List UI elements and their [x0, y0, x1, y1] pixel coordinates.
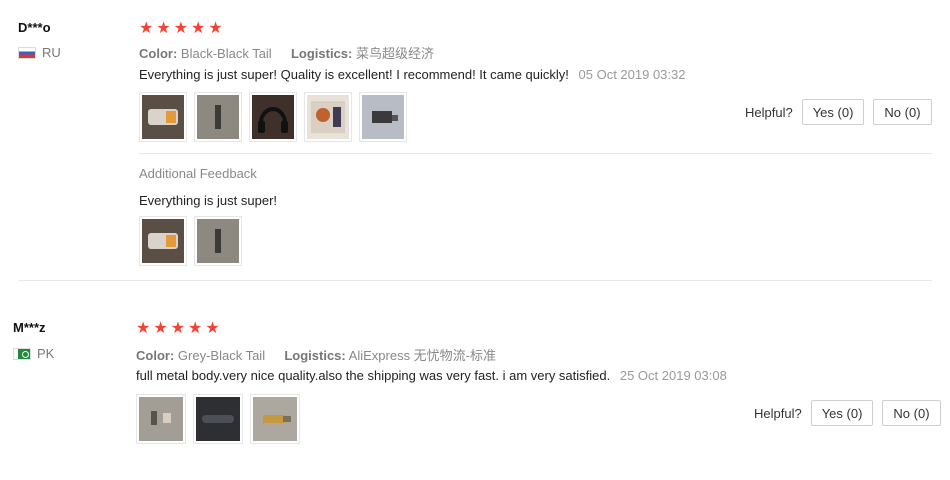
photo-thumbnail[interactable]	[250, 394, 300, 444]
photo-icon	[362, 95, 404, 139]
helpful-label: Helpful?	[754, 405, 802, 421]
review-text: Everything is just super! Quality is exc…	[139, 67, 569, 82]
star-icon: ★	[153, 320, 168, 337]
photo-icon	[142, 95, 184, 139]
review-text-row: Everything is just super! Quality is exc…	[139, 67, 686, 82]
photo-thumbnail[interactable]	[249, 92, 297, 142]
star-icon: ★	[205, 320, 220, 337]
order-info: Color: Black-Black Tail Logistics: 菜鸟超级经…	[139, 43, 434, 62]
reviewer-name: D***o	[18, 20, 51, 35]
photo-thumbnail[interactable]	[136, 394, 186, 444]
order-info: Color: Grey-Black Tail Logistics: AliExp…	[136, 345, 496, 364]
star-icon: ★	[136, 320, 151, 337]
helpful-vote: Helpful? Yes (0) No (0)	[745, 99, 932, 125]
country-code: RU	[42, 45, 61, 60]
color-label: Color:	[139, 46, 178, 61]
photo-icon	[139, 397, 183, 441]
color-value: Black-Black Tail	[180, 46, 272, 61]
helpful-label: Helpful?	[745, 104, 793, 120]
review-item: M***z PK ★ ★ ★ ★ ★ Color: Grey-Black Tai…	[0, 300, 950, 480]
review-date: 05 Oct 2019 03:32	[578, 67, 686, 82]
helpful-no-button[interactable]: No (0)	[873, 99, 932, 125]
review-text: full metal body.very nice quality.also t…	[136, 368, 611, 383]
review-photos	[136, 394, 300, 444]
review-divider	[18, 280, 932, 281]
star-icon: ★	[170, 320, 186, 337]
country-code: PK	[37, 346, 55, 361]
photo-thumbnail[interactable]	[194, 92, 242, 142]
photo-thumbnail[interactable]	[359, 92, 407, 142]
review-item: D***o RU ★ ★ ★ ★ ★ Color: Black-Black Ta…	[0, 0, 950, 282]
logistics-value: AliExpress 无忧物流-标准	[348, 348, 497, 363]
additional-photos	[139, 216, 242, 266]
reviewer-country: PK	[13, 346, 54, 361]
star-icon: ★	[173, 20, 189, 37]
color-label: Color:	[136, 348, 175, 363]
photo-icon	[252, 95, 294, 139]
photo-icon	[307, 95, 349, 139]
helpful-yes-button[interactable]: Yes (0)	[810, 400, 874, 426]
photo-thumbnail[interactable]	[193, 394, 243, 444]
color-value: Grey-Black Tail	[177, 348, 266, 363]
photo-icon	[253, 397, 297, 441]
helpful-yes-button[interactable]: Yes (0)	[801, 99, 865, 125]
photo-thumbnail[interactable]	[304, 92, 352, 142]
photo-icon	[196, 397, 240, 441]
star-icon: ★	[191, 20, 206, 37]
photo-icon	[142, 219, 184, 263]
star-rating: ★ ★ ★ ★ ★	[139, 21, 223, 37]
additional-feedback-text: Everything is just super!	[139, 193, 278, 208]
photo-icon	[197, 95, 239, 139]
star-icon: ★	[156, 20, 171, 37]
photo-thumbnail[interactable]	[139, 92, 187, 142]
photo-thumbnail[interactable]	[194, 216, 242, 266]
star-icon: ★	[139, 20, 154, 37]
star-rating: ★ ★ ★ ★ ★	[136, 321, 220, 337]
divider	[139, 153, 932, 154]
flag-ru-icon	[18, 46, 36, 59]
review-text-row: full metal body.very nice quality.also t…	[136, 368, 727, 383]
logistics-value: 菜鸟超级经济	[355, 46, 434, 61]
additional-feedback-label: Additional Feedback	[139, 166, 257, 181]
reviewer-name: M***z	[13, 320, 46, 335]
photo-icon	[197, 219, 239, 263]
logistics-label: Logistics:	[290, 46, 353, 61]
helpful-vote: Helpful? Yes (0) No (0)	[754, 400, 941, 426]
logistics-label: Logistics:	[284, 348, 346, 363]
flag-pk-icon	[13, 347, 31, 360]
star-icon: ★	[188, 320, 203, 337]
helpful-no-button[interactable]: No (0)	[882, 400, 941, 426]
star-icon: ★	[208, 20, 223, 37]
review-photos	[139, 92, 407, 142]
photo-thumbnail[interactable]	[139, 216, 187, 266]
review-date: 25 Oct 2019 03:08	[619, 368, 727, 383]
reviewer-country: RU	[18, 45, 61, 60]
